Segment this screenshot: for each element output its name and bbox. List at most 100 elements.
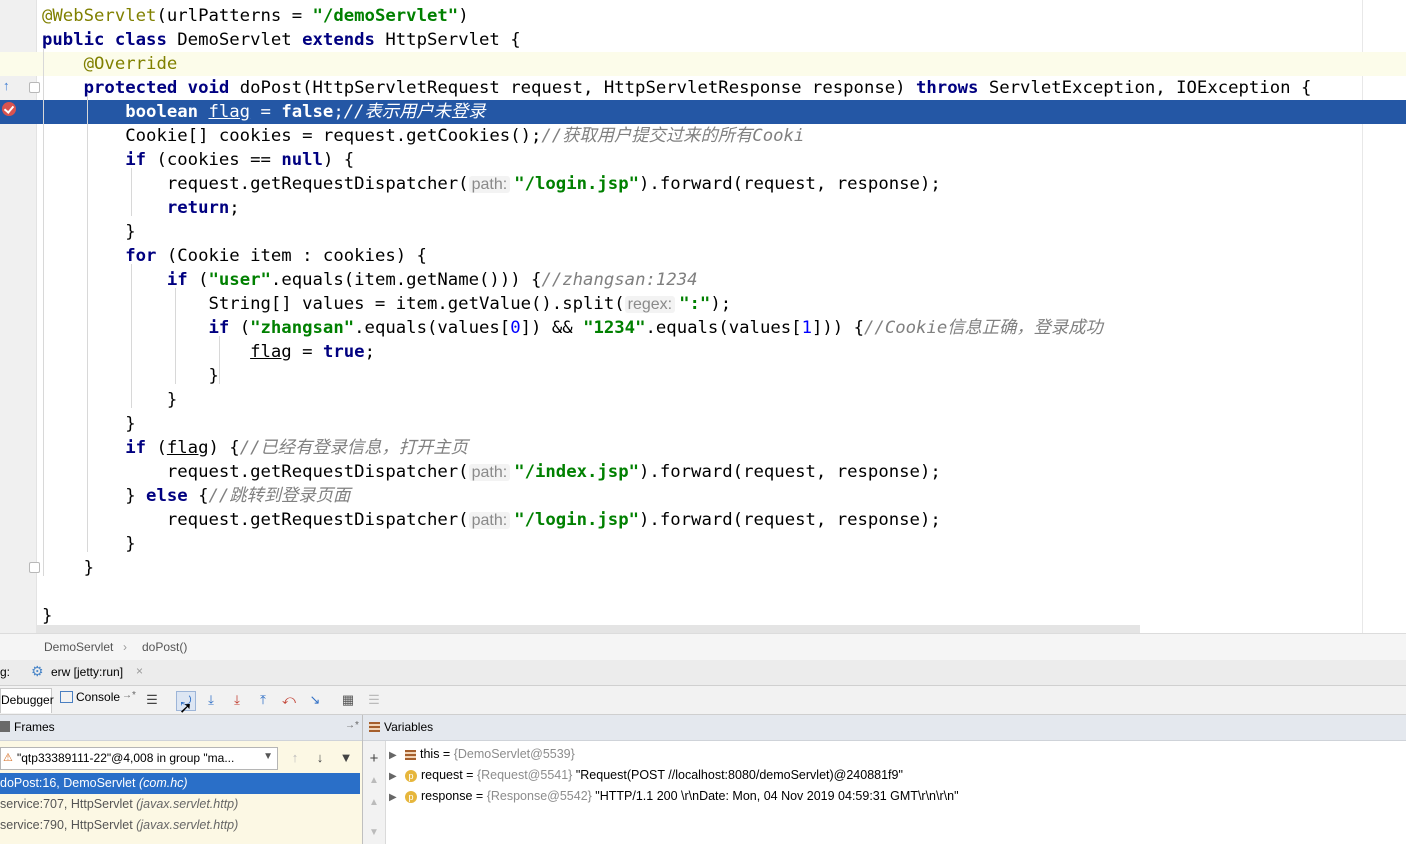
code-token: .equals(values[ — [645, 318, 802, 338]
step-into-icon[interactable]: ⤓ — [228, 691, 246, 709]
code-line[interactable]: } — [0, 412, 1406, 436]
code-line[interactable]: if (cookies == null) { — [0, 148, 1406, 172]
pin-icon[interactable]: →* — [345, 720, 359, 731]
code-line[interactable]: for (Cookie item : cookies) { — [0, 244, 1406, 268]
current-execution-line[interactable]: boolean flag = false;//表示用户未登录 — [0, 100, 1406, 124]
code-token: HttpServlet { — [385, 30, 521, 50]
thread-select-value: "qtp33389111-22"@4,008 in group "ma... — [17, 751, 235, 765]
fold-marker[interactable] — [29, 562, 40, 573]
variable-row[interactable]: ▶ p response = {Response@5542} "HTTP/1.1 2… — [389, 786, 959, 807]
code-token: String[] values = item.getValue().split( — [42, 294, 625, 314]
code-token: ; — [364, 342, 375, 362]
expand-arrow-icon[interactable]: ▶ — [389, 745, 403, 766]
move-up-icon[interactable]: ▲ — [365, 771, 383, 789]
horizontal-scrollbar[interactable] — [36, 625, 1140, 633]
code-line[interactable]: } else {//跳转到登录页面 — [0, 484, 1406, 508]
code-text: } — [42, 532, 135, 556]
code-line[interactable]: } — [0, 388, 1406, 412]
arrow-up-icon[interactable]: ↑ — [286, 748, 304, 766]
code-token: "/login.jsp" — [514, 510, 640, 530]
frame-method: service:790, HttpServlet — [0, 818, 137, 832]
code-line[interactable]: flag = true; — [0, 340, 1406, 364]
code-line[interactable]: @WebServlet(urlPatterns = "/demoServlet"… — [0, 4, 1406, 28]
thread-select[interactable]: ⚠ "qtp33389111-22"@4,008 in group "ma...… — [0, 747, 278, 770]
code-line[interactable]: public class DemoServlet extends HttpSer… — [0, 28, 1406, 52]
code-token: = — [250, 102, 282, 122]
code-text: } — [42, 556, 94, 580]
code-line[interactable] — [0, 580, 1406, 604]
code-token: "/index.jsp" — [514, 462, 640, 482]
code-line[interactable]: } — [0, 220, 1406, 244]
code-line[interactable]: if (flag) {//已经有登录信息，打开主页 — [0, 436, 1406, 460]
code-line[interactable]: String[] values = item.getValue().split(… — [0, 292, 1406, 316]
code-editor[interactable]: @WebServlet(urlPatterns = "/demoServlet"… — [0, 0, 1406, 633]
code-line[interactable]: return; — [0, 196, 1406, 220]
run-to-cursor-icon[interactable]: ↘ — [306, 691, 324, 709]
evaluate-expression-icon[interactable]: ▦ — [339, 691, 357, 709]
code-token: @Override — [83, 54, 178, 74]
code-token: //已经有登录信息，打开主页 — [239, 438, 468, 458]
code-token: flag — [208, 102, 251, 122]
code-text: if (flag) {//已经有登录信息，打开主页 — [42, 436, 468, 460]
run-config-bar: g: ⚙ erw [jetty:run] × — [0, 660, 1406, 686]
tab-debugger[interactable]: Debugger — [0, 688, 54, 713]
frame-row[interactable]: doPost:16, DemoServlet (com.hc) — [0, 773, 360, 794]
code-text: String[] values = item.getValue().split(… — [42, 292, 731, 316]
code-text: } — [42, 412, 135, 436]
add-watch-icon[interactable]: + — [365, 749, 383, 767]
code-line[interactable]: } — [0, 364, 1406, 388]
variable-ref: {DemoServlet@5539} — [453, 747, 575, 761]
override-gutter-icon[interactable]: ↑ — [3, 78, 10, 93]
code-line[interactable]: request.getRequestDispatcher(path: "/inde… — [0, 460, 1406, 484]
code-line[interactable]: Cookie[] cookies = request.getCookies();… — [0, 124, 1406, 148]
drop-frame-icon[interactable]: ⤺ — [280, 691, 298, 709]
collapse-icon[interactable]: ▼ — [365, 823, 383, 841]
code-line[interactable]: if ("zhangsan".equals(values[0]) && "123… — [0, 316, 1406, 340]
code-line[interactable]: if ("user".equals(item.getName())) {//zh… — [0, 268, 1406, 292]
arrow-down-icon[interactable]: ↓ — [311, 748, 329, 766]
code-text: flag = true; — [42, 340, 375, 364]
parameter-hint: path: — [468, 176, 511, 193]
frame-row[interactable]: service:707, HttpServlet (javax.servlet.… — [0, 794, 360, 815]
code-token: 1 — [801, 318, 812, 338]
tab-console[interactable]: Console — [76, 690, 120, 704]
code-line[interactable]: request.getRequestDispatcher(path: "/logi… — [0, 172, 1406, 196]
breadcrumb-method[interactable]: doPost() — [142, 640, 187, 654]
code-text: @WebServlet(urlPatterns = "/demoServlet"… — [42, 4, 469, 28]
run-config-tab[interactable]: erw [jetty:run] — [51, 665, 123, 679]
code-line[interactable]: protected void doPost(HttpServletRequest… — [0, 76, 1406, 100]
breakpoint-icon[interactable] — [2, 102, 16, 116]
move-down-icon[interactable]: ▲ — [365, 793, 383, 811]
code-text: for (Cookie item : cookies) { — [42, 244, 427, 268]
trace-icon[interactable]: ☰ — [365, 691, 383, 709]
expand-arrow-icon[interactable]: ▶ — [389, 787, 403, 808]
variable-row[interactable]: ▶ p request = {Request@5541} "Request(POST… — [389, 765, 903, 786]
menu-icon[interactable]: ☰ — [143, 691, 161, 709]
pin-icon[interactable]: →* — [122, 690, 136, 701]
variable-name: response — [421, 789, 473, 803]
expand-arrow-icon[interactable]: ▶ — [389, 766, 403, 787]
variable-value: "Request(POST //localhost:8080/demoServl… — [575, 768, 903, 782]
indent-guide — [43, 48, 44, 576]
step-over-icon[interactable]: ⤓ — [202, 691, 220, 709]
code-line[interactable]: } — [0, 532, 1406, 556]
frame-method: service:707, HttpServlet — [0, 797, 137, 811]
indent-guide — [219, 336, 220, 384]
variable-name: request — [421, 768, 463, 782]
close-icon[interactable]: × — [136, 664, 143, 678]
code-line[interactable]: } — [0, 556, 1406, 580]
variable-ref: {Response@5542} — [486, 789, 596, 803]
thread-icon: ⚠ — [3, 752, 13, 764]
frame-package: (javax.servlet.http) — [136, 797, 239, 811]
variable-row[interactable]: ▶ this = {DemoServlet@5539} — [389, 744, 575, 765]
fold-marker[interactable] — [29, 82, 40, 93]
breadcrumb-class[interactable]: DemoServlet — [44, 640, 113, 654]
frame-row[interactable]: service:790, HttpServlet (javax.servlet.… — [0, 815, 360, 836]
code-line[interactable]: @Override — [0, 52, 1406, 76]
code-token: ) { — [208, 438, 240, 458]
filter-icon[interactable]: ▼ — [337, 748, 355, 766]
step-out-icon[interactable]: ⤒ — [254, 691, 272, 709]
code-line[interactable]: request.getRequestDispatcher(path: "/logi… — [0, 508, 1406, 532]
